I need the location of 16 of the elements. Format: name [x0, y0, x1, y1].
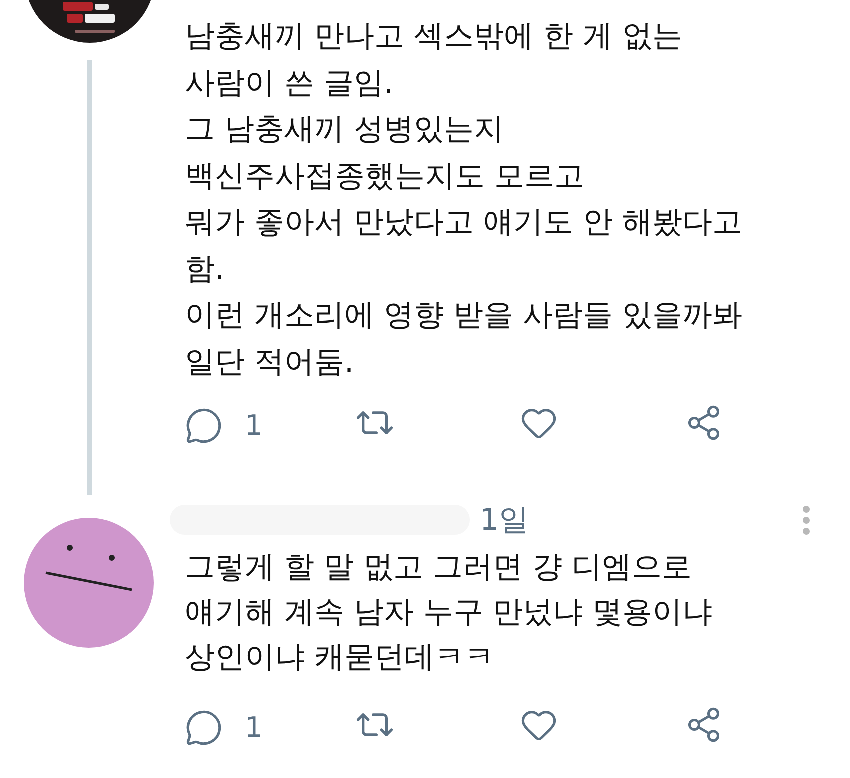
tweet-text-line: 함.: [185, 250, 225, 288]
tweet-text-line: 얘기해 계속 남자 누구 만넜냐 몇용이냐: [185, 594, 713, 632]
tweet-time: 1일: [480, 502, 530, 540]
reply-button[interactable]: [185, 407, 223, 445]
tweet-text-line: 일단 적어둠.: [185, 344, 354, 382]
tweet-text-line: 그렇게 할 말 멊고 그러면 걍 디엠으로: [185, 549, 692, 587]
reply-count: 1: [245, 710, 263, 746]
tweet-text-line: 사람이 쓴 글임.: [185, 64, 394, 102]
tweet-text-line: 그 남충새끼 성병있는지: [185, 111, 504, 149]
tweet-text-line: 이런 개소리에 영향 받을 사람들 있을까봐: [185, 297, 743, 335]
tweet-text-line: 뭐가 좋아서 만났다고 얘기도 안 해봤다고: [185, 204, 743, 242]
tweet-text-line: 상인이냐 캐묻던데ㅋㅋ: [185, 639, 495, 677]
tweet-text-line: 백신주사접종했는지도 모르고: [185, 158, 585, 196]
tweet-text-line: 남충새끼 만나고 섹스밖에 한 게 없는: [185, 18, 683, 56]
reply-count: 1: [245, 408, 263, 444]
reply-button[interactable]: [185, 709, 223, 747]
